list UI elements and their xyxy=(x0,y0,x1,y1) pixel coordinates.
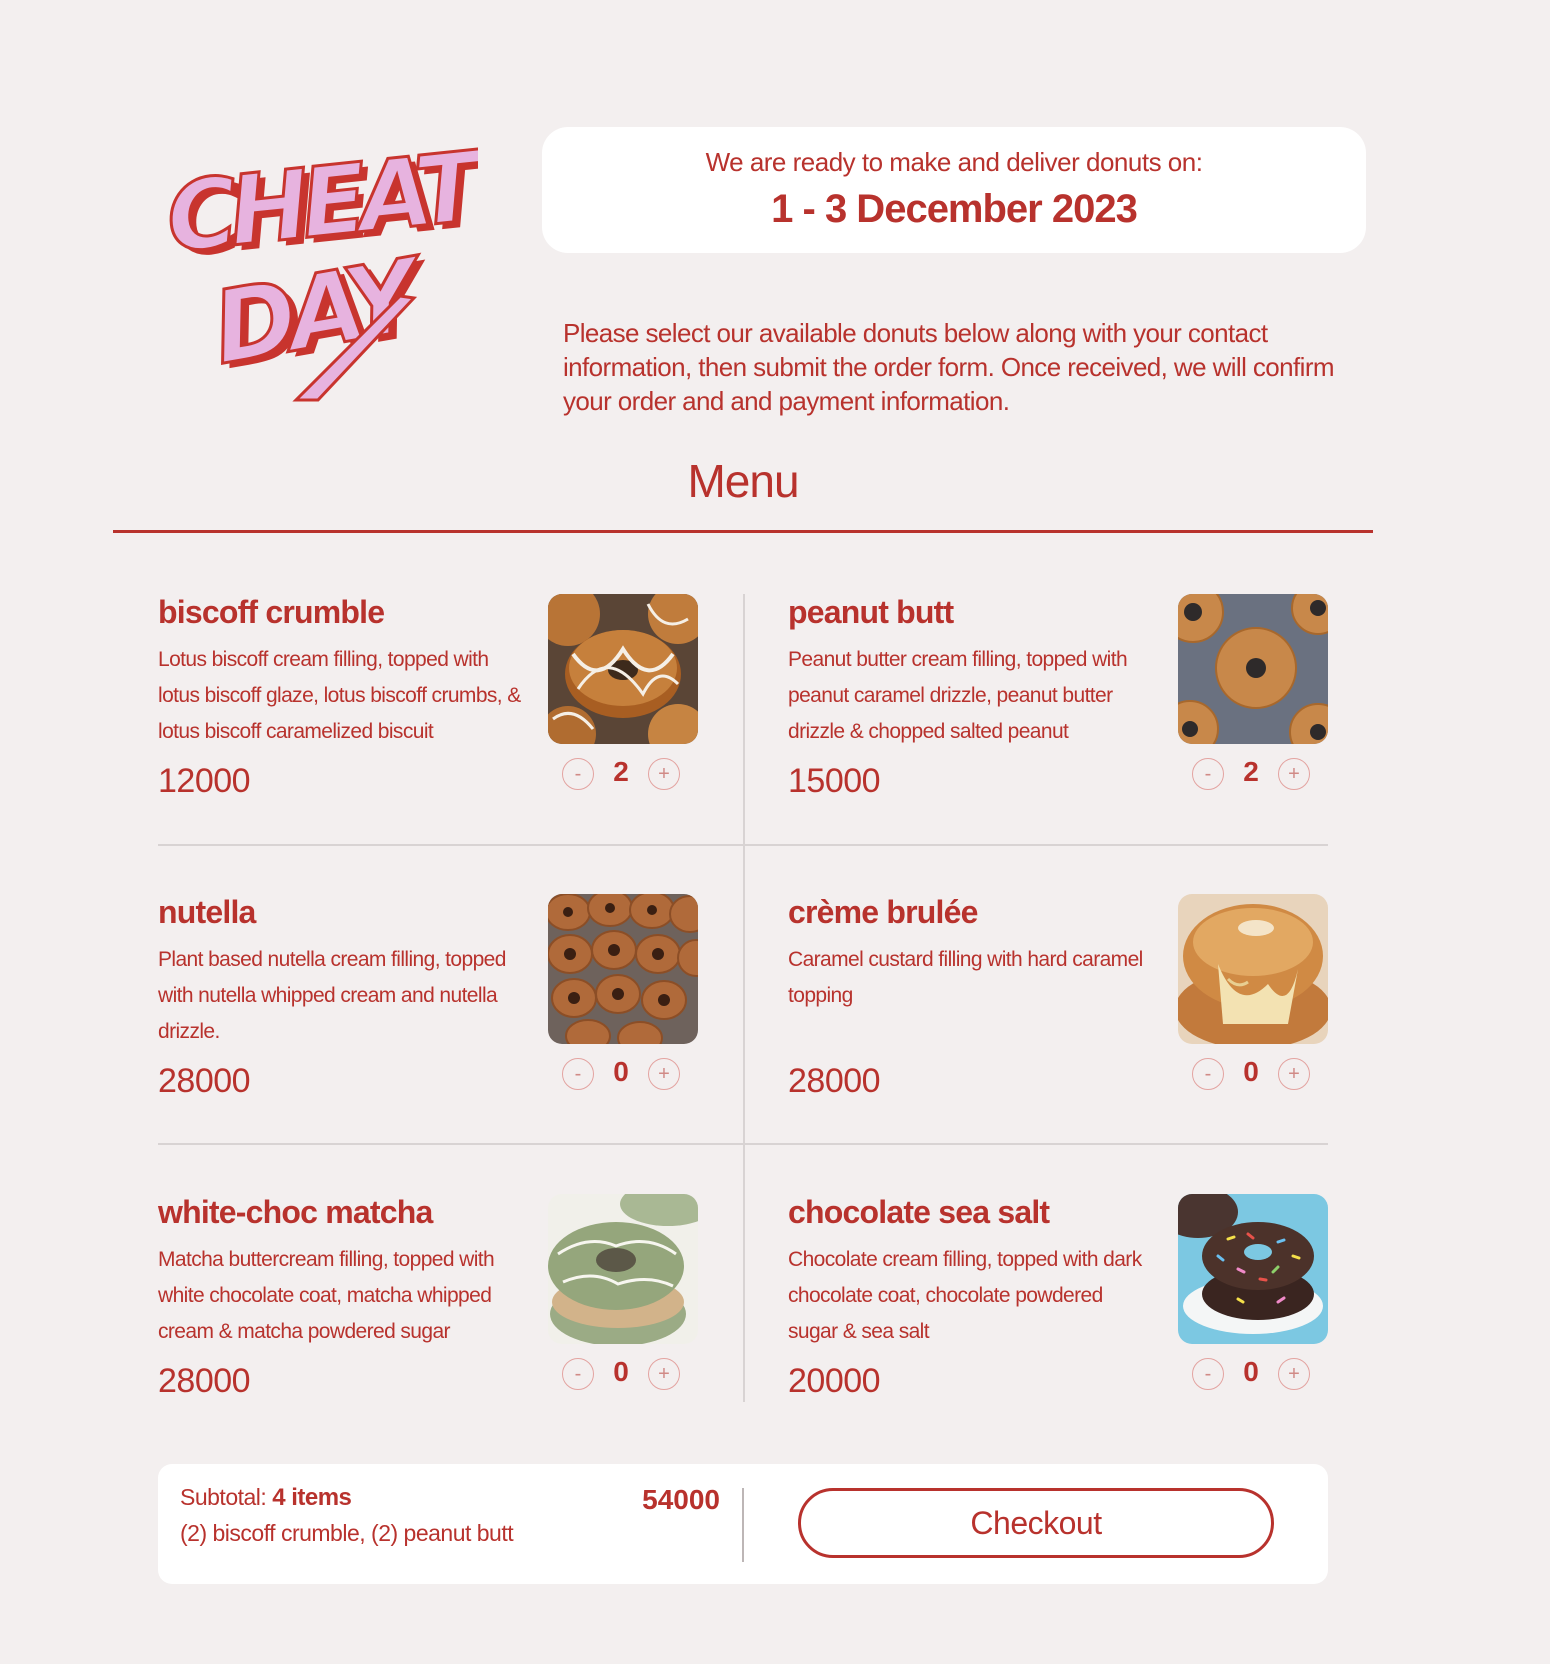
item-price: 28000 xyxy=(158,1062,251,1100)
increase-button[interactable]: + xyxy=(1278,758,1310,790)
availability-label: We are ready to make and deliver donuts … xyxy=(705,147,1203,177)
matcha-donut-photo-icon xyxy=(548,1194,698,1344)
quantity-value: 2 xyxy=(1243,756,1259,787)
increase-button[interactable]: + xyxy=(648,1358,680,1390)
item-price: 15000 xyxy=(788,762,881,800)
item-description: Matcha buttercream filling, topped with … xyxy=(158,1248,495,1343)
quantity-stepper: - 0 + xyxy=(562,1056,684,1094)
menu-item-creme-brulee: crème brulée Caramel custard filling wit… xyxy=(788,894,1328,1154)
decrease-button[interactable]: - xyxy=(562,1058,594,1090)
menu-item-white-choc-matcha: white-choc matcha Matcha buttercream fil… xyxy=(158,1194,698,1454)
order-summary-bar: Subtotal: 4 items (2) biscoff crumble, (… xyxy=(158,1464,1328,1584)
cheat-day-logo: CHEAT CHEAT DAY DAY xyxy=(160,128,499,408)
increase-button[interactable]: + xyxy=(648,758,680,790)
item-description: Peanut butter cream filling, topped with… xyxy=(788,648,1128,743)
availability-card: We are ready to make and deliver donuts … xyxy=(542,127,1366,253)
menu-item-chocolate-sea-salt: chocolate sea salt Chocolate cream filli… xyxy=(788,1194,1328,1454)
item-price: 28000 xyxy=(788,1062,881,1100)
quantity-value: 0 xyxy=(1243,1056,1259,1087)
grid-vertical-divider xyxy=(743,594,745,1402)
peanut-donut-photo-icon xyxy=(1178,594,1328,744)
item-name: white-choc matcha xyxy=(158,1194,433,1230)
creme-brulee-donut-photo-icon xyxy=(1178,894,1328,1044)
quantity-value: 0 xyxy=(613,1056,629,1087)
item-price: 12000 xyxy=(158,762,251,800)
chocolate-donut-photo-icon xyxy=(1178,1194,1328,1344)
item-description: Caramel custard filling with hard carame… xyxy=(788,948,1143,1007)
menu-item-biscoff-crumble: biscoff crumble Lotus biscoff cream fill… xyxy=(158,594,698,854)
subtotal-items-list: (2) biscoff crumble, (2) peanut butt xyxy=(180,1520,514,1546)
quantity-stepper: - 0 + xyxy=(562,1356,684,1394)
decrease-button[interactable]: - xyxy=(1192,758,1224,790)
item-price: 28000 xyxy=(158,1362,251,1400)
decrease-button[interactable]: - xyxy=(562,1358,594,1390)
quantity-stepper: - 0 + xyxy=(1192,1056,1314,1094)
biscoff-donut-photo-icon xyxy=(548,594,698,744)
decrease-button[interactable]: - xyxy=(1192,1058,1224,1090)
item-name: biscoff crumble xyxy=(158,594,385,630)
item-description: Lotus biscoff cream filling, topped with… xyxy=(158,648,521,743)
quantity-stepper: - 0 + xyxy=(1192,1356,1314,1394)
menu-item-peanut-butt: peanut butt Peanut butter cream filling,… xyxy=(788,594,1328,854)
item-description: Plant based nutella cream filling, toppe… xyxy=(158,948,506,1043)
decrease-button[interactable]: - xyxy=(1192,1358,1224,1390)
nutella-donut-photo-icon xyxy=(548,894,698,1044)
item-name: crème brulée xyxy=(788,894,978,930)
subtotal-label: Subtotal: xyxy=(180,1484,267,1510)
item-name: nutella xyxy=(158,894,256,930)
item-name: peanut butt xyxy=(788,594,954,630)
quantity-value: 0 xyxy=(613,1356,629,1387)
menu-item-nutella: nutella Plant based nutella cream fillin… xyxy=(158,894,698,1154)
quantity-value: 2 xyxy=(613,756,629,787)
item-name: chocolate sea salt xyxy=(788,1194,1050,1230)
item-description: Chocolate cream filling, topped with dar… xyxy=(788,1248,1142,1343)
increase-button[interactable]: + xyxy=(1278,1058,1310,1090)
subtotal-line: Subtotal: 4 items xyxy=(180,1484,352,1512)
menu-heading: Menu xyxy=(687,455,799,507)
menu-divider xyxy=(113,530,1373,533)
quantity-stepper: - 2 + xyxy=(1192,756,1314,794)
subtotal-item-count: 4 items xyxy=(272,1484,352,1511)
increase-button[interactable]: + xyxy=(1278,1358,1310,1390)
quantity-value: 0 xyxy=(1243,1356,1259,1387)
summary-divider xyxy=(742,1488,744,1562)
quantity-stepper: - 2 + xyxy=(562,756,684,794)
intro-text: Please select our available donuts below… xyxy=(563,318,1335,416)
subtotal-total: 54000 xyxy=(642,1484,720,1515)
increase-button[interactable]: + xyxy=(648,1058,680,1090)
item-price: 20000 xyxy=(788,1362,881,1400)
checkout-button[interactable]: Checkout xyxy=(798,1488,1274,1558)
decrease-button[interactable]: - xyxy=(562,758,594,790)
availability-dates: 1 - 3 December 2023 xyxy=(771,187,1138,231)
